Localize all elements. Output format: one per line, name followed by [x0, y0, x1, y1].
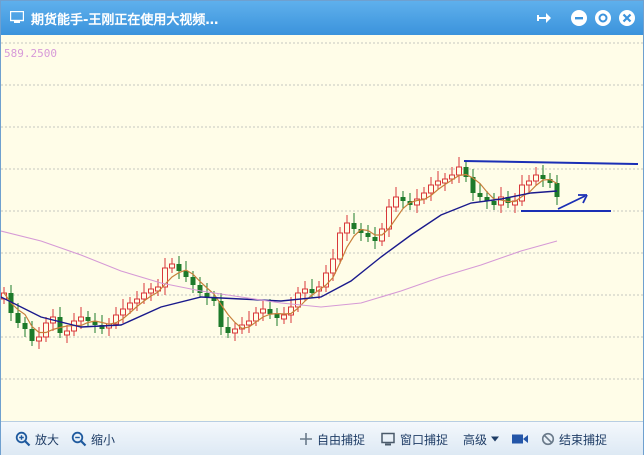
pin-icon[interactable] — [535, 8, 555, 28]
chart-canvas — [0, 42, 643, 380]
window-capture-button[interactable]: 窗口捕捉 — [381, 430, 448, 448]
candle-up — [344, 222, 350, 234]
window-title: 期货能手-王刚正在使用大视频… — [31, 13, 219, 28]
candle-down — [57, 317, 63, 333]
candle-down — [554, 183, 560, 197]
candle-up — [428, 184, 434, 194]
resistance-line — [463, 160, 639, 165]
candle-up — [232, 328, 238, 334]
candle-down — [372, 237, 378, 241]
crosshair-icon — [300, 433, 312, 445]
title-bar[interactable]: 期货能手-王刚正在使用大视频… — [1, 1, 643, 35]
candle-up — [442, 178, 448, 184]
candle-down — [15, 313, 21, 323]
candle-down — [85, 317, 91, 321]
candle-up — [253, 312, 259, 322]
candle-down — [540, 175, 546, 179]
candle-down — [183, 271, 189, 277]
candle-down — [309, 289, 315, 293]
candle-down — [190, 277, 196, 285]
candle-up — [246, 320, 252, 326]
camera-icon — [512, 434, 528, 444]
candle-up — [435, 180, 441, 186]
candle-down — [197, 285, 203, 293]
candle-down — [365, 233, 371, 237]
dropdown-arrow-icon — [491, 436, 500, 442]
free-capture-button[interactable]: 自由捕捉 — [299, 430, 365, 448]
zoom-out-label: 缩小 — [91, 432, 116, 447]
candle-up — [120, 308, 126, 316]
candle-down — [400, 197, 406, 201]
status-bar: 放大 缩小 自由捕捉 窗口捕捉 高级 结束捕捉 — [1, 421, 643, 455]
trend-arrow — [557, 195, 586, 210]
candle-down — [351, 223, 357, 229]
candle-down — [477, 193, 483, 197]
candle-down — [225, 327, 231, 333]
candle-down — [176, 264, 182, 271]
zoom-in-icon — [15, 431, 31, 447]
candle-up — [141, 292, 147, 300]
top-price-label: 589.2500 — [4, 47, 57, 60]
zoom-out-icon — [71, 431, 87, 447]
minimize-icon[interactable] — [569, 8, 589, 28]
capture-window: 期货能手-王刚正在使用大视频… 589.2500 放大 缩小 自由捕捉 窗口捕捉… — [0, 0, 644, 455]
restore-icon[interactable] — [593, 8, 613, 28]
window-capture-icon — [381, 432, 395, 446]
candle-down — [204, 293, 210, 297]
candle-up — [148, 288, 154, 294]
candle-down — [29, 329, 35, 341]
candle-down — [22, 323, 28, 329]
moving-averages-layer — [0, 173, 558, 334]
candle-up — [526, 180, 532, 186]
end-capture-label: 结束捕捉 — [559, 432, 608, 447]
zoom-out-button[interactable]: 缩小 — [71, 430, 115, 448]
end-capture-button[interactable]: 结束捕捉 — [541, 430, 607, 448]
candlestick-chart — [0, 35, 643, 421]
candle-up — [456, 166, 462, 176]
candle-up — [393, 196, 399, 208]
annotation-layer — [463, 160, 639, 212]
advanced-dropdown[interactable]: 高级 — [463, 430, 504, 448]
candle-down — [274, 314, 280, 318]
candle-up — [78, 316, 84, 322]
candle-up — [302, 288, 308, 294]
candle-up — [64, 330, 70, 336]
ma-extra-line — [0, 230, 558, 308]
ma-short-line — [3, 173, 558, 334]
zoom-in-button[interactable]: 放大 — [15, 430, 59, 448]
close-icon[interactable] — [617, 8, 637, 28]
candle-up — [36, 336, 42, 342]
free-capture-label: 自由捕捉 — [317, 432, 366, 447]
candle-up — [519, 184, 525, 202]
candle-up — [169, 263, 175, 269]
zoom-in-label: 放大 — [35, 432, 60, 447]
candle-up — [337, 232, 343, 260]
candle-up — [260, 308, 266, 314]
record-video-button[interactable] — [511, 430, 533, 448]
candle-up — [330, 258, 336, 274]
stop-icon — [541, 432, 555, 446]
app-window-icon — [10, 11, 24, 23]
candle-up — [281, 314, 287, 320]
window-capture-label: 窗口捕捉 — [400, 432, 449, 447]
candle-up — [127, 302, 133, 310]
candle-down — [491, 201, 497, 205]
candle-up — [533, 174, 539, 182]
advanced-label: 高级 — [463, 432, 488, 447]
candle-up — [43, 322, 49, 338]
candle-down — [267, 309, 273, 314]
candle-up — [134, 298, 140, 304]
